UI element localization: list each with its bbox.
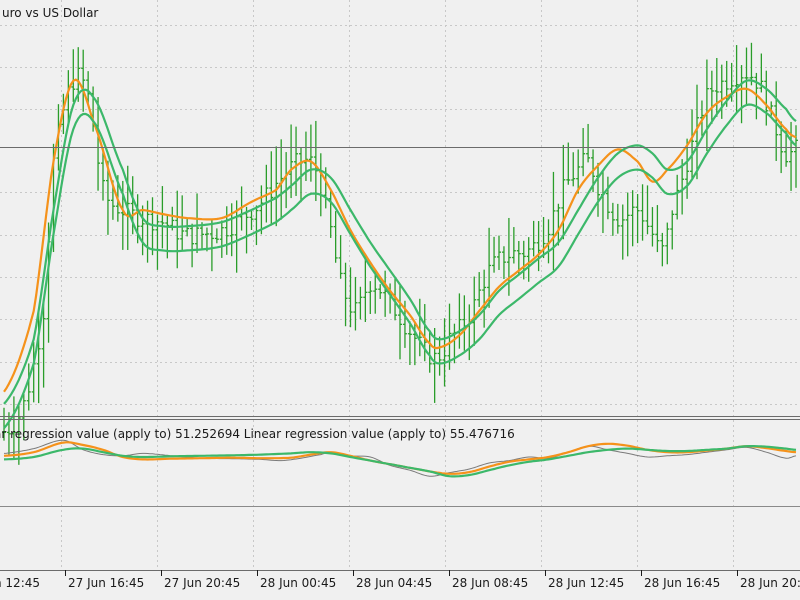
x-axis-label: 27 Jun 16:45 xyxy=(68,576,144,590)
x-axis-labels: n 12:45 27 Jun 16:45 27 Jun 20:45 28 Jun 00… xyxy=(0,576,800,590)
x-axis-label: 28 Jun 08:45 xyxy=(452,576,528,590)
x-axis-label: 27 Jun 20:45 xyxy=(164,576,240,590)
x-axis-label: 28 Jun 16:45 xyxy=(644,576,720,590)
main-panel-title: uro vs US Dollar xyxy=(2,6,98,20)
x-axis-label: 28 Jun 00:45 xyxy=(260,576,336,590)
x-axis-label: 28 Jun 04:45 xyxy=(356,576,432,590)
forex-chart[interactable]: uro vs US Dollar ar regression value (ap… xyxy=(0,0,800,600)
x-axis-label: n 12:45 xyxy=(0,576,40,590)
x-axis-label: 28 Jun 12:45 xyxy=(548,576,624,590)
regression-panel-label: ar regression value (apply to) 51.252694… xyxy=(0,427,515,441)
x-axis-label: 28 Jun 20: xyxy=(740,576,800,590)
